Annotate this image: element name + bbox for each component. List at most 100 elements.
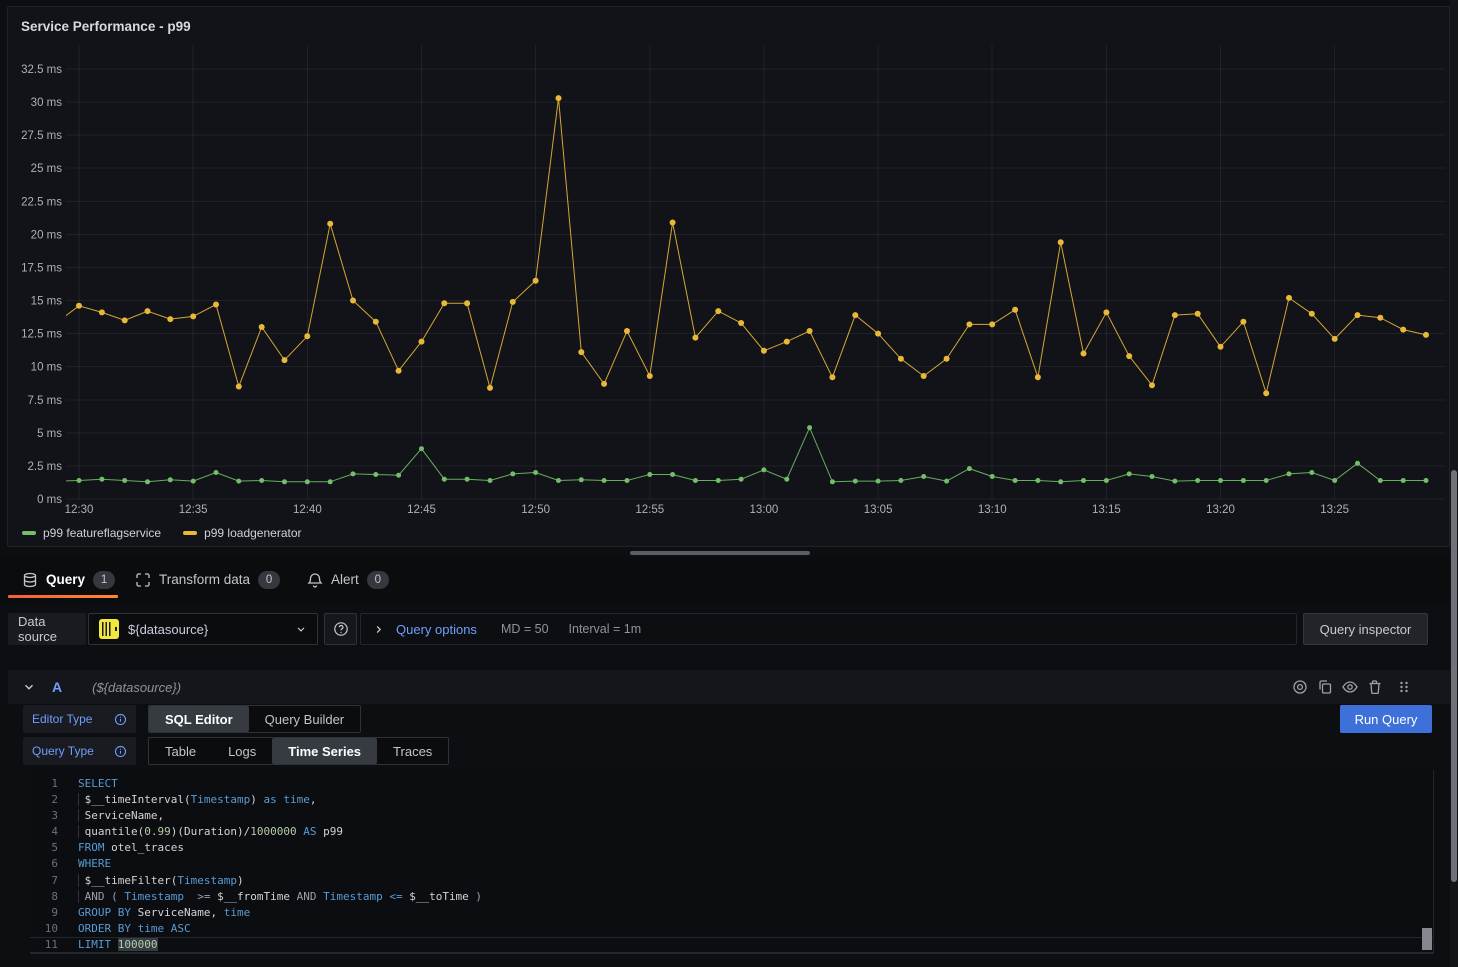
sql-code-editor[interactable]: 1SELECT2 $__timeInterval(Timestamp) as t… — [30, 770, 1434, 954]
editor-type-radio-group: SQL Editor Query Builder — [148, 705, 361, 733]
code-line[interactable]: 9GROUP BY ServiceName, time — [30, 905, 1433, 921]
svg-text:0 ms: 0 ms — [37, 494, 62, 506]
code-line[interactable]: 4 quantile(0.99)(Duration)/1000000 AS p9… — [30, 824, 1433, 840]
datasource-label: Data source — [8, 613, 86, 645]
line-content: FROM otel_traces — [58, 840, 184, 856]
editor-type-option-query-builder[interactable]: Query Builder — [249, 706, 360, 732]
query-row-header[interactable]: A (${datasource}) — [8, 670, 1450, 704]
line-content: AND ( Timestamp >= $__fromTime AND Times… — [58, 889, 482, 905]
query-type-option-traces[interactable]: Traces — [377, 738, 448, 764]
code-line[interactable]: 11LIMIT 100000 — [30, 937, 1433, 953]
svg-text:13:00: 13:00 — [750, 504, 779, 516]
line-number: 9 — [30, 905, 58, 921]
datasource-help-button[interactable] — [324, 613, 357, 645]
svg-text:25 ms: 25 ms — [31, 163, 63, 175]
svg-text:12:50: 12:50 — [521, 504, 550, 516]
svg-text:32.5 ms: 32.5 ms — [21, 64, 62, 76]
timeseries-chart[interactable]: 0 ms2.5 ms5 ms7.5 ms10 ms12.5 ms15 ms17.… — [8, 31, 1451, 531]
svg-text:30 ms: 30 ms — [31, 97, 63, 109]
editor-type-chip: Editor Type — [23, 705, 136, 733]
legend-swatch — [183, 531, 197, 535]
code-line[interactable]: 2 $__timeInterval(Timestamp) as time, — [30, 792, 1433, 808]
query-inspector-button[interactable]: Query inspector — [1303, 613, 1428, 645]
line-content: $__timeFilter(Timestamp) — [58, 873, 244, 889]
duplicate-query-icon[interactable] — [1317, 679, 1333, 695]
line-content: ORDER BY time ASC — [58, 921, 191, 937]
tab-query-label: Query — [46, 572, 85, 587]
code-line[interactable]: 6WHERE — [30, 856, 1433, 872]
tab-alert-count: 0 — [367, 571, 389, 589]
svg-text:22.5 ms: 22.5 ms — [21, 196, 62, 208]
transform-icon — [135, 572, 151, 588]
svg-text:15 ms: 15 ms — [31, 296, 63, 308]
record-icon[interactable] — [1292, 679, 1308, 695]
code-line[interactable]: 7 $__timeFilter(Timestamp) — [30, 873, 1433, 889]
svg-text:13:10: 13:10 — [978, 504, 1007, 516]
query-type-option-table[interactable]: Table — [149, 738, 212, 764]
info-icon — [114, 713, 127, 726]
code-line[interactable]: 10ORDER BY time ASC — [30, 921, 1433, 937]
query-type-option-logs[interactable]: Logs — [212, 738, 272, 764]
hide-response-eye-icon[interactable] — [1342, 679, 1358, 695]
tab-alert[interactable]: Alert 0 — [307, 556, 389, 603]
line-number: 6 — [30, 856, 58, 872]
code-line[interactable]: 8 AND ( Timestamp >= $__fromTime AND Tim… — [30, 889, 1433, 905]
line-content: $__timeInterval(Timestamp) as time, — [58, 792, 316, 808]
chevron-right-icon[interactable] — [373, 624, 384, 635]
query-type-label: Query Type — [32, 744, 94, 758]
database-icon — [22, 572, 38, 588]
bell-icon — [307, 572, 323, 588]
legend-label: p99 featureflagservice — [43, 526, 161, 540]
legend-label: p99 loadgenerator — [204, 526, 301, 540]
line-number: 5 — [30, 840, 58, 856]
query-options-section: Query options MD = 50 Interval = 1m — [360, 613, 1297, 645]
legend-item[interactable]: p99 featureflagservice — [22, 526, 161, 540]
interval-value: Interval = 1m — [569, 622, 642, 636]
code-line[interactable]: 5FROM otel_traces — [30, 840, 1433, 856]
tab-transform-label: Transform data — [159, 572, 250, 587]
active-tab-underline — [8, 595, 118, 598]
svg-text:12:35: 12:35 — [179, 504, 208, 516]
line-number: 3 — [30, 808, 58, 824]
legend-swatch — [22, 531, 36, 535]
svg-text:27.5 ms: 27.5 ms — [21, 130, 62, 142]
clickhouse-logo-icon — [99, 619, 119, 639]
query-type-option-time-series[interactable]: Time Series — [272, 738, 377, 764]
drag-handle-icon[interactable] — [1396, 679, 1412, 695]
svg-text:17.5 ms: 17.5 ms — [21, 262, 62, 274]
tab-query-count: 1 — [93, 571, 115, 589]
svg-text:10 ms: 10 ms — [31, 362, 63, 374]
editor-type-option-sql-editor[interactable]: SQL Editor — [149, 706, 249, 732]
line-content: quantile(0.99)(Duration)/1000000 AS p99 — [58, 824, 343, 840]
code-line[interactable]: 3 ServiceName, — [30, 808, 1433, 824]
query-options-toggle[interactable]: Query options — [396, 622, 477, 637]
svg-text:2.5 ms: 2.5 ms — [27, 461, 62, 473]
line-content: LIMIT 100000 — [58, 937, 158, 953]
collapse-chevron-icon[interactable] — [22, 680, 36, 694]
help-icon — [333, 621, 349, 637]
line-number: 4 — [30, 824, 58, 840]
datasource-picker[interactable]: ${datasource} — [88, 613, 318, 645]
page-scrollbar-track[interactable] — [1450, 0, 1458, 967]
svg-text:5 ms: 5 ms — [37, 428, 62, 440]
editor-type-label: Editor Type — [32, 712, 92, 726]
line-content: GROUP BY ServiceName, time — [58, 905, 250, 921]
delete-query-trash-icon[interactable] — [1367, 679, 1383, 695]
code-line[interactable]: 1SELECT — [30, 776, 1433, 792]
panel-horizontal-scrollbar[interactable] — [630, 551, 810, 555]
query-ref-id: A — [52, 679, 62, 695]
run-query-button[interactable]: Run Query — [1340, 705, 1432, 733]
editor-tabbar: Query 1 Transform data 0 Alert 0 — [0, 556, 1458, 603]
line-number: 11 — [30, 937, 58, 953]
svg-text:13:15: 13:15 — [1092, 504, 1121, 516]
sql-code-lines: 1SELECT2 $__timeInterval(Timestamp) as t… — [30, 776, 1433, 953]
query-datasource-hint: (${datasource}) — [92, 680, 181, 695]
legend-item[interactable]: p99 loadgenerator — [183, 526, 301, 540]
query-type-chip: Query Type — [23, 737, 136, 765]
tab-transform-data[interactable]: Transform data 0 — [135, 556, 280, 603]
datasource-value: ${datasource} — [128, 622, 286, 637]
svg-text:12:45: 12:45 — [407, 504, 436, 516]
page-scrollbar-thumb[interactable] — [1451, 470, 1457, 882]
editor-scrollbar-thumb[interactable] — [1422, 928, 1432, 950]
chart-legend: p99 featureflagservice p99 loadgenerator — [22, 526, 302, 540]
